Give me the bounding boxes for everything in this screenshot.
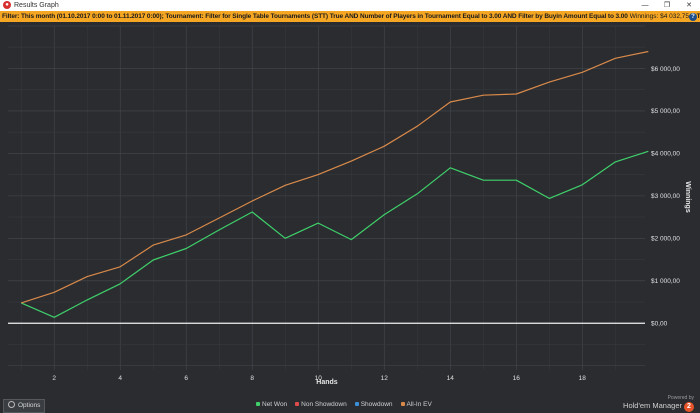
x-tick-label: 6 — [184, 375, 188, 382]
app-icon: ● — [3, 1, 11, 9]
y-axis-label: Winnings — [684, 181, 691, 213]
legend-item-showdown[interactable]: Showdown — [354, 401, 393, 408]
x-tick-label: 18 — [579, 375, 587, 382]
legend-swatch — [256, 402, 260, 406]
restore-button[interactable]: ❐ — [656, 0, 678, 11]
x-tick-label: 14 — [447, 375, 455, 382]
brand-logo: Powered by Hold'em Manager 2 — [623, 395, 694, 412]
help-icon[interactable]: ? — [689, 12, 697, 21]
legend-item-non-showdown[interactable]: Non Showdown — [295, 401, 347, 408]
y-tick-label: $3 000,00 — [651, 193, 680, 200]
y-tick-label: $1 000,00 — [651, 278, 680, 285]
legend-label: Showdown — [360, 401, 393, 408]
x-tick-label: 16 — [513, 375, 521, 382]
legend-swatch — [295, 402, 300, 406]
window-title: Results Graph — [14, 2, 59, 9]
legend-label: Non Showdown — [301, 401, 347, 408]
chart-legend: Net Won Non Showdown Showdown All-In EV — [256, 401, 440, 408]
bottom-bar: Options Net Won Non Showdown Showdown All-I… — [0, 395, 700, 413]
options-button[interactable]: Options — [3, 399, 46, 413]
options-icon — [8, 401, 15, 408]
legend-item-net-won[interactable]: Net Won — [256, 401, 287, 408]
y-tick-label: $6 000,00 — [651, 66, 680, 73]
x-axis-label: Hands — [316, 379, 338, 386]
y-tick-label: $0,00 — [651, 321, 668, 328]
legend-swatch — [400, 402, 405, 406]
y-tick-label: $4 000,00 — [651, 151, 680, 158]
legend-item-all-in-ev[interactable]: All-In EV — [400, 401, 432, 408]
close-button[interactable]: ✕ — [678, 0, 700, 11]
legend-label: Net Won — [262, 401, 288, 408]
y-tick-label: $5 000,00 — [651, 108, 680, 115]
x-tick-label: 4 — [118, 375, 122, 382]
filter-text: Filter: This month (01.10.2017 0:00 to 0… — [2, 13, 700, 20]
x-tick-label: 12 — [381, 375, 389, 382]
filter-bar[interactable]: Filter: This month (01.10.2017 0:00 to 0… — [0, 11, 700, 22]
brand-name: Hold'em Manager — [623, 401, 682, 410]
x-tick-label: 2 — [52, 375, 56, 382]
x-tick-label: 8 — [250, 375, 254, 382]
chart-background — [0, 22, 700, 398]
brand-badge: 2 — [684, 402, 694, 412]
legend-swatch — [354, 402, 359, 406]
options-label: Options — [18, 402, 41, 409]
results-graph: $0,00 $1 000,00 $2 000,00 $3 000,00 $4 000,0… — [0, 22, 700, 398]
winnings-total: Winnings: $4 032,75 — [627, 11, 689, 22]
legend-label: All-In EV — [406, 401, 432, 408]
minimize-button[interactable]: — — [634, 0, 656, 11]
y-tick-label: $2 000,00 — [651, 236, 680, 243]
